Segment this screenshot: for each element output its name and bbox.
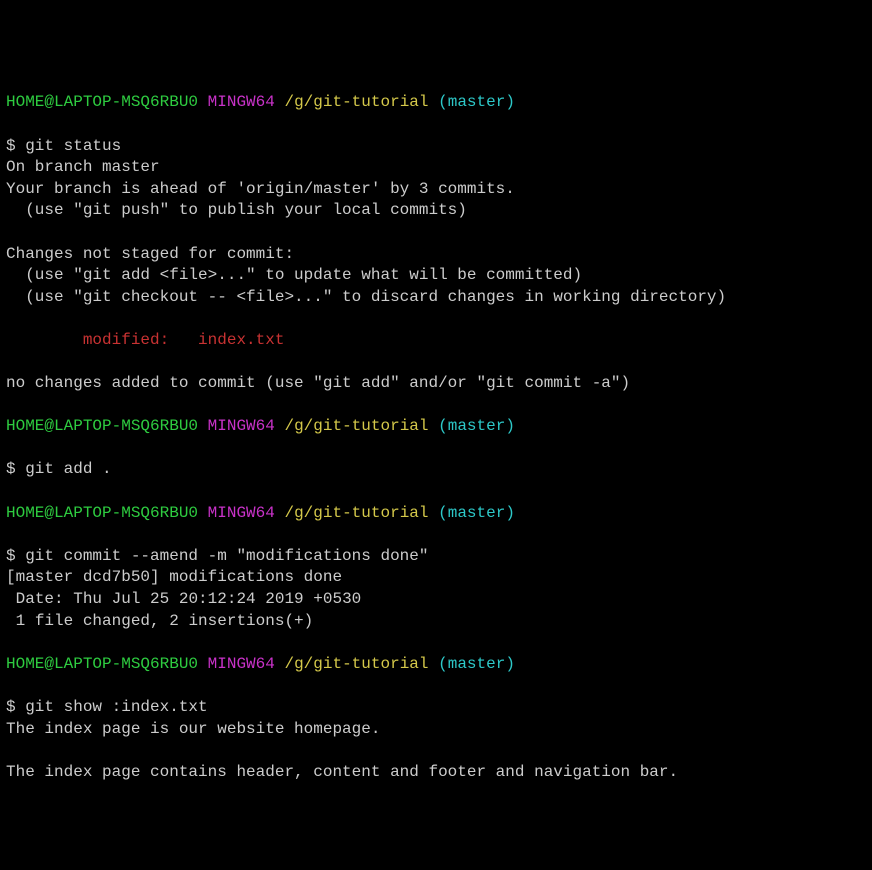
env: MINGW64 [208, 417, 275, 435]
status-ahead: Your branch is ahead of 'origin/master' … [6, 180, 515, 198]
prompt-line-4: HOME@LAPTOP-MSQ6RBU0 MINGW64 /g/git-tuto… [6, 654, 866, 676]
cmd-git-add[interactable]: $ git add . [6, 460, 112, 478]
branch: (master) [438, 504, 515, 522]
cwd: /g/git-tutorial [284, 417, 428, 435]
cwd: /g/git-tutorial [284, 655, 428, 673]
commit-stats: 1 file changed, 2 insertions(+) [6, 612, 313, 630]
user-host: HOME@LAPTOP-MSQ6RBU0 [6, 93, 198, 111]
cmd-git-show[interactable]: $ git show :index.txt [6, 698, 208, 716]
status-not-staged: Changes not staged for commit: [6, 245, 294, 263]
cmd-git-commit[interactable]: $ git commit --amend -m "modifications d… [6, 547, 428, 565]
user-host: HOME@LAPTOP-MSQ6RBU0 [6, 504, 198, 522]
commit-date: Date: Thu Jul 25 20:12:24 2019 +0530 [6, 590, 361, 608]
show-line-2: The index page contains header, content … [6, 763, 678, 781]
prompt-line-2: HOME@LAPTOP-MSQ6RBU0 MINGW64 /g/git-tuto… [6, 416, 866, 438]
env: MINGW64 [208, 655, 275, 673]
cwd: /g/git-tutorial [284, 93, 428, 111]
prompt-line-3: HOME@LAPTOP-MSQ6RBU0 MINGW64 /g/git-tuto… [6, 503, 866, 525]
status-checkout-hint: (use "git checkout -- <file>..." to disc… [6, 288, 726, 306]
prompt-line-1: HOME@LAPTOP-MSQ6RBU0 MINGW64 /g/git-tuto… [6, 92, 866, 114]
branch: (master) [438, 93, 515, 111]
status-push-hint: (use "git push" to publish your local co… [6, 201, 467, 219]
branch: (master) [438, 655, 515, 673]
commit-result: [master dcd7b50] modifications done [6, 568, 342, 586]
user-host: HOME@LAPTOP-MSQ6RBU0 [6, 655, 198, 673]
status-no-changes: no changes added to commit (use "git add… [6, 374, 630, 392]
cwd: /g/git-tutorial [284, 504, 428, 522]
status-add-hint: (use "git add <file>..." to update what … [6, 266, 582, 284]
env: MINGW64 [208, 504, 275, 522]
user-host: HOME@LAPTOP-MSQ6RBU0 [6, 417, 198, 435]
env: MINGW64 [208, 93, 275, 111]
status-modified-file: modified: index.txt [6, 331, 284, 349]
branch: (master) [438, 417, 515, 435]
show-line-1: The index page is our website homepage. [6, 720, 380, 738]
cmd-git-status[interactable]: $ git status [6, 137, 121, 155]
status-branch: On branch master [6, 158, 160, 176]
